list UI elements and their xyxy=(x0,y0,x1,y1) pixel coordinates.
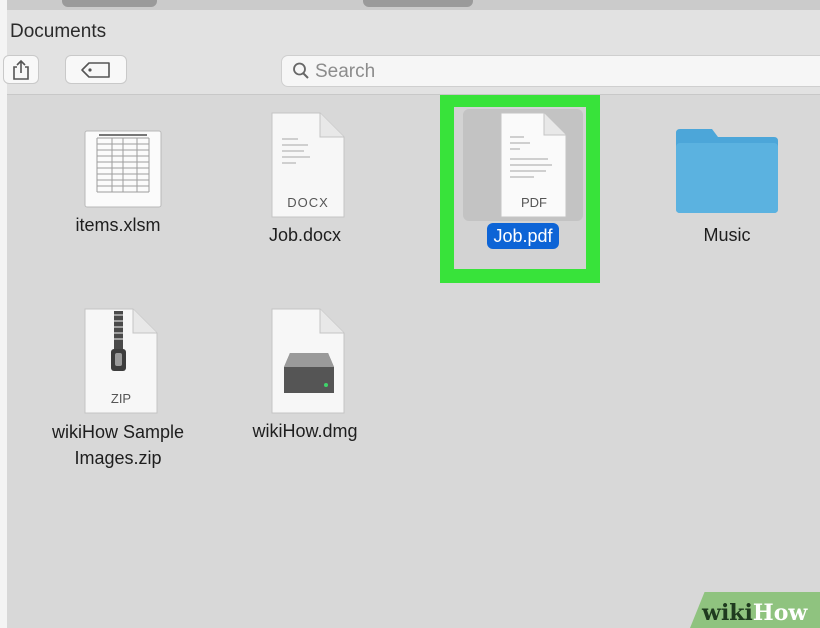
finder-window: Documents Search items.xlsm DOCX Job.doc… xyxy=(3,0,820,628)
zip-icon: ZIP xyxy=(84,308,158,414)
file-grid: items.xlsm DOCX Job.docx PDF Job.pdf Mus… xyxy=(7,95,820,628)
share-icon xyxy=(13,59,29,80)
top-control xyxy=(363,0,473,7)
svg-text:DOCX: DOCX xyxy=(287,195,329,210)
file-name-line-1: wikiHow Sample xyxy=(51,422,185,442)
left-edge xyxy=(0,0,7,628)
file-item-items-xlsm[interactable]: items.xlsm xyxy=(33,115,203,237)
search-placeholder: Search xyxy=(315,61,376,82)
toolbar: Documents Search xyxy=(3,10,820,95)
file-name: wikiHow Sample Images.zip xyxy=(52,419,184,471)
tags-button[interactable] xyxy=(65,55,127,84)
watermark-logo: wikiHow xyxy=(702,600,808,626)
folder-name: Music xyxy=(703,225,751,245)
file-item-job-docx[interactable]: DOCX Job.docx xyxy=(220,109,390,247)
spreadsheet-icon xyxy=(84,130,162,208)
docx-icon: DOCX xyxy=(271,112,345,218)
folder-icon xyxy=(676,129,778,213)
svg-text:ZIP: ZIP xyxy=(111,391,131,406)
folder-item-music[interactable]: Music xyxy=(642,109,812,247)
file-name-line-2: Images.zip xyxy=(74,448,162,468)
top-control xyxy=(62,0,157,7)
file-name: items.xlsm xyxy=(75,215,161,235)
tag-icon xyxy=(81,62,110,78)
pdf-icon: PDF xyxy=(500,112,567,218)
disk-image-icon xyxy=(271,308,345,414)
window-title: Documents xyxy=(10,21,107,42)
file-name: Job.pdf xyxy=(487,223,559,249)
file-item-wikihow-dmg[interactable]: wikiHow.dmg xyxy=(220,305,390,443)
file-name: wikiHow.dmg xyxy=(252,421,358,441)
search-icon xyxy=(293,62,309,79)
file-item-job-pdf[interactable]: PDF Job.pdf xyxy=(438,109,608,249)
share-button[interactable] xyxy=(3,55,39,84)
search-field[interactable]: Search xyxy=(281,55,820,87)
file-name: Job.docx xyxy=(268,225,342,245)
svg-text:PDF: PDF xyxy=(521,195,547,210)
file-item-wikihow-sample-images-zip[interactable]: ZIP wikiHow Sample Images.zip xyxy=(33,305,203,471)
